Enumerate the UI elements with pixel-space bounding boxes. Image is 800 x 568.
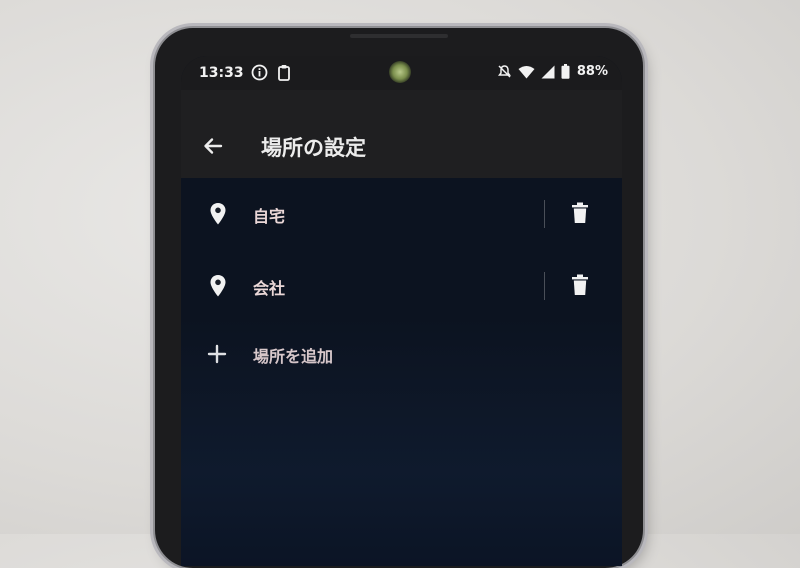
add-location-button[interactable]: 場所を追加 [181, 338, 622, 398]
divider [544, 272, 545, 300]
clipboard-icon [277, 64, 291, 81]
status-bar: 13:33 88% [181, 56, 622, 90]
location-label: 会社 [253, 279, 286, 298]
status-time: 13:33 [199, 65, 244, 81]
earpiece-speaker [350, 34, 448, 38]
divider [544, 200, 545, 228]
location-item-home[interactable]: 自宅 [181, 178, 622, 248]
phone-screen: 13:33 88% 場所の設定 自宅 会社 場所を追加 [181, 56, 622, 566]
trash-icon[interactable] [571, 274, 589, 296]
page-title: 場所の設定 [261, 136, 366, 160]
phone-device: 13:33 88% 場所の設定 自宅 会社 場所を追加 [155, 28, 643, 568]
battery-percent: 88% [576, 64, 608, 79]
location-pin-icon [209, 202, 227, 226]
mute-icon [497, 64, 512, 79]
location-item-office[interactable]: 会社 [181, 250, 622, 320]
status-indicators: 88% [497, 64, 608, 79]
info-icon [251, 64, 268, 81]
app-bar: 場所の設定 [181, 90, 622, 178]
wifi-icon [518, 65, 535, 79]
plus-icon [207, 344, 227, 364]
location-pin-icon [209, 274, 227, 298]
signal-icon [541, 65, 555, 79]
battery-icon [561, 64, 570, 79]
back-arrow-icon[interactable] [201, 134, 225, 158]
location-label: 自宅 [253, 207, 286, 226]
front-camera [389, 61, 411, 83]
add-location-label: 場所を追加 [253, 347, 334, 366]
trash-icon[interactable] [571, 202, 589, 224]
